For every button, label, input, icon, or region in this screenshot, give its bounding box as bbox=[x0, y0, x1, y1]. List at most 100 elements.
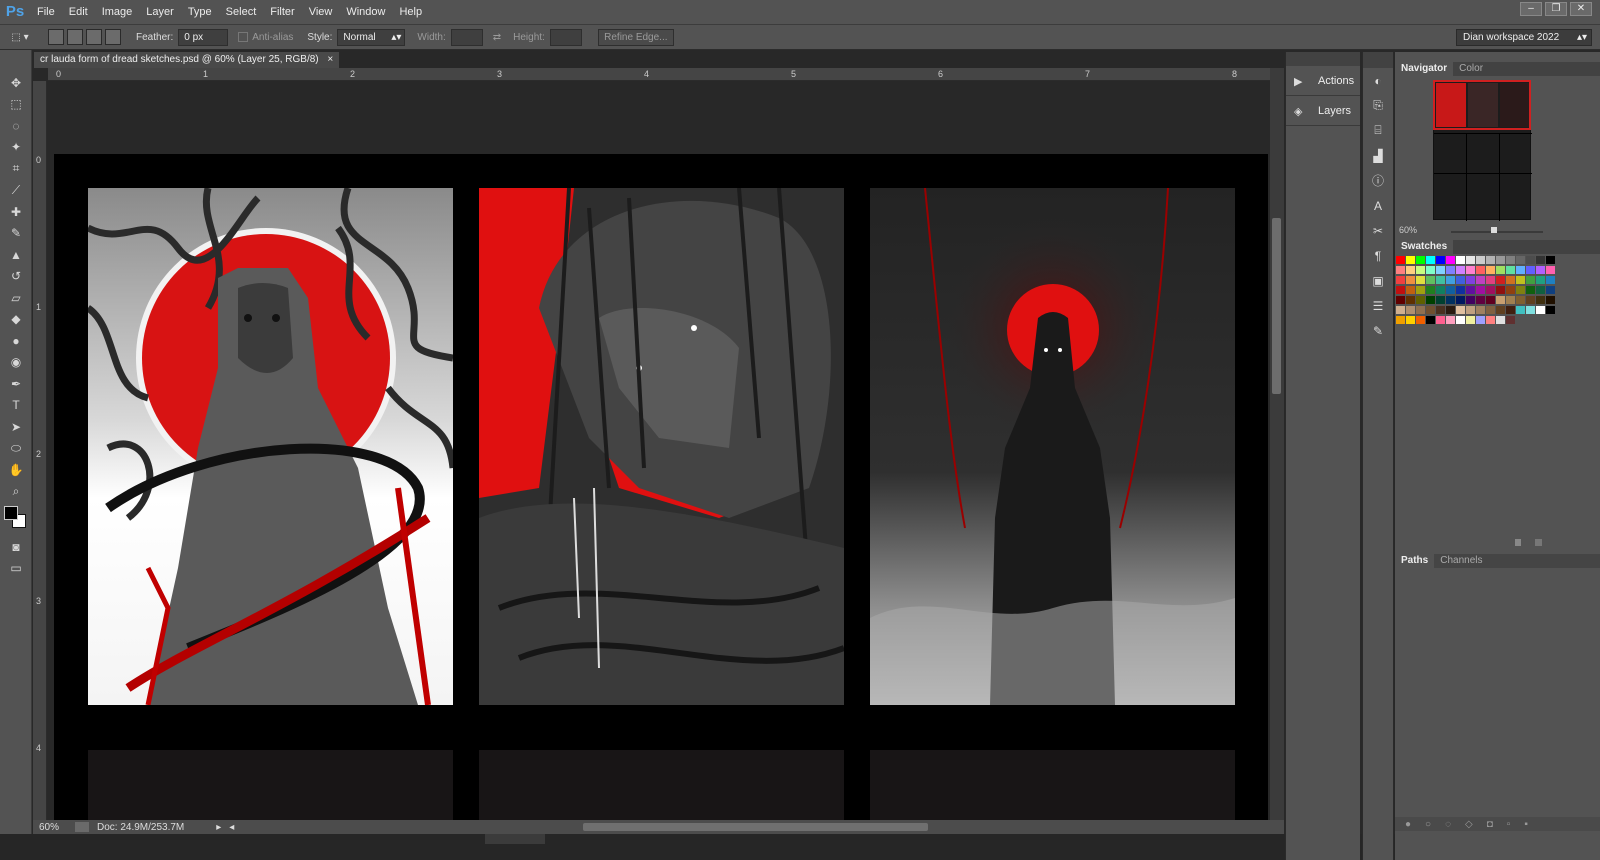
color-swatch[interactable] bbox=[1436, 316, 1445, 324]
stroke-path-icon[interactable]: ○ bbox=[1425, 819, 1431, 830]
color-swatch[interactable] bbox=[1406, 296, 1415, 304]
color-swatch[interactable] bbox=[1496, 306, 1505, 314]
color-swatch[interactable] bbox=[1466, 266, 1475, 274]
vertical-scroll-thumb[interactable] bbox=[1272, 218, 1281, 394]
subtract-selection-icon[interactable] bbox=[86, 29, 102, 45]
color-swatch[interactable] bbox=[1466, 306, 1475, 314]
color-swatch[interactable] bbox=[1406, 286, 1415, 294]
load-selection-icon[interactable]: ◌ bbox=[1445, 819, 1451, 830]
color-swatch[interactable] bbox=[1466, 256, 1475, 264]
status-menu-icon[interactable]: ▸ bbox=[216, 822, 221, 833]
workspace-select[interactable]: Dian workspace 2022 ▴▾ bbox=[1456, 29, 1592, 46]
color-swatch[interactable] bbox=[1546, 306, 1555, 314]
close-icon[interactable]: ✕ bbox=[1570, 2, 1592, 16]
character-icon[interactable]: A bbox=[1363, 193, 1393, 218]
swatch-grid[interactable] bbox=[1396, 256, 1556, 356]
color-swatch[interactable] bbox=[1526, 286, 1535, 294]
scroll-left-icon[interactable]: ◂ bbox=[229, 822, 234, 833]
color-swatch[interactable] bbox=[1456, 266, 1465, 274]
color-swatch[interactable] bbox=[1456, 256, 1465, 264]
color-swatch[interactable] bbox=[1396, 256, 1405, 264]
color-swatch[interactable] bbox=[1496, 276, 1505, 284]
zoom-tool-icon[interactable]: ⌕ bbox=[0, 481, 32, 503]
color-swatch[interactable] bbox=[1476, 296, 1485, 304]
color-swatch[interactable] bbox=[1476, 316, 1485, 324]
color-swatch[interactable] bbox=[1486, 316, 1495, 324]
color-swatch[interactable] bbox=[1446, 266, 1455, 274]
feather-input[interactable]: 0 px bbox=[178, 28, 229, 46]
brush-tool-icon[interactable]: ✎ bbox=[0, 223, 32, 245]
color-swatch[interactable] bbox=[1466, 276, 1475, 284]
color-swatch[interactable] bbox=[1456, 286, 1465, 294]
color-swatch[interactable] bbox=[1516, 276, 1525, 284]
navigator-zoom-slider[interactable] bbox=[1451, 231, 1543, 233]
color-swatch[interactable] bbox=[1426, 306, 1435, 314]
color-swatch[interactable] bbox=[1516, 256, 1525, 264]
eraser-tool-icon[interactable]: ▱ bbox=[0, 287, 32, 309]
color-swatch[interactable] bbox=[1436, 276, 1445, 284]
menu-view[interactable]: View bbox=[302, 0, 340, 24]
color-swatch[interactable] bbox=[1506, 276, 1515, 284]
history-brush-icon[interactable]: ↺ bbox=[0, 266, 32, 288]
tab-swatches[interactable]: Swatches bbox=[1395, 240, 1454, 254]
adjustments-icon[interactable]: ☰ bbox=[1363, 293, 1393, 318]
color-swatch[interactable] bbox=[1436, 296, 1445, 304]
color-swatch[interactable] bbox=[1456, 306, 1465, 314]
color-swatch[interactable] bbox=[1416, 266, 1425, 274]
color-swatch[interactable] bbox=[1536, 256, 1545, 264]
swap-icon[interactable]: ⇄ bbox=[493, 32, 501, 43]
color-swatch[interactable] bbox=[1496, 256, 1505, 264]
color-swatch[interactable] bbox=[1466, 286, 1475, 294]
magic-wand-icon[interactable]: ✦ bbox=[0, 137, 32, 159]
tab-color[interactable]: Color bbox=[1453, 62, 1489, 76]
tab-paths[interactable]: Paths bbox=[1395, 554, 1435, 568]
color-swatch[interactable] bbox=[1486, 276, 1495, 284]
navigator-zoom[interactable]: 60% bbox=[1399, 225, 1417, 235]
color-swatch[interactable] bbox=[1436, 266, 1445, 274]
color-swatch[interactable] bbox=[1506, 256, 1515, 264]
color-swatch[interactable] bbox=[1526, 276, 1535, 284]
color-swatch[interactable] bbox=[1396, 306, 1405, 314]
color-swatch[interactable] bbox=[1546, 296, 1555, 304]
color-swatch[interactable] bbox=[1466, 316, 1475, 324]
color-swatch[interactable] bbox=[1536, 296, 1545, 304]
color-swatch[interactable] bbox=[1406, 276, 1415, 284]
foreground-color[interactable] bbox=[4, 506, 18, 520]
menu-file[interactable]: File bbox=[30, 0, 62, 24]
canvas-area[interactable] bbox=[48, 82, 1270, 820]
crop-tool-icon[interactable]: ⌗ bbox=[0, 158, 32, 180]
color-swatch[interactable] bbox=[1496, 316, 1505, 324]
healing-brush-icon[interactable]: ✚ bbox=[0, 201, 32, 223]
color-swatch[interactable] bbox=[1416, 276, 1425, 284]
color-swatch[interactable] bbox=[1416, 286, 1425, 294]
color-swatch[interactable] bbox=[1476, 306, 1485, 314]
color-swatch[interactable] bbox=[1516, 266, 1525, 274]
color-swatch[interactable] bbox=[1506, 266, 1515, 274]
trash-icon[interactable] bbox=[1535, 539, 1542, 546]
color-swatch[interactable] bbox=[1546, 266, 1555, 274]
color-swatch[interactable] bbox=[1446, 316, 1455, 324]
dodge-tool-icon[interactable]: ◉ bbox=[0, 352, 32, 374]
color-swatch[interactable] bbox=[1526, 266, 1535, 274]
fill-path-icon[interactable]: ● bbox=[1405, 819, 1411, 830]
brush-icon[interactable]: ✎ bbox=[1363, 318, 1393, 343]
color-swatch[interactable] bbox=[1476, 266, 1485, 274]
color-swatch[interactable] bbox=[1516, 296, 1525, 304]
color-swatch[interactable] bbox=[1486, 286, 1495, 294]
tool-presets-icon[interactable]: ✂ bbox=[1363, 218, 1393, 243]
intersect-selection-icon[interactable] bbox=[105, 29, 121, 45]
path-select-icon[interactable]: ➤ bbox=[0, 416, 32, 438]
move-tool-icon[interactable]: ✥ bbox=[0, 72, 32, 94]
color-swatch[interactable] bbox=[1396, 296, 1405, 304]
color-swatch[interactable] bbox=[1446, 306, 1455, 314]
add-mask-icon[interactable]: ◘ bbox=[1487, 819, 1493, 830]
delete-path-icon[interactable]: ▪ bbox=[1524, 819, 1528, 830]
color-swatch[interactable] bbox=[1496, 286, 1505, 294]
antialias-checkbox[interactable] bbox=[238, 32, 249, 42]
color-swatch[interactable] bbox=[1526, 306, 1535, 314]
color-swatch[interactable] bbox=[1466, 296, 1475, 304]
color-swatch[interactable] bbox=[1426, 266, 1435, 274]
histogram-icon[interactable]: ▟ bbox=[1363, 143, 1393, 168]
color-swatch[interactable] bbox=[1526, 256, 1535, 264]
height-input[interactable] bbox=[549, 28, 582, 46]
